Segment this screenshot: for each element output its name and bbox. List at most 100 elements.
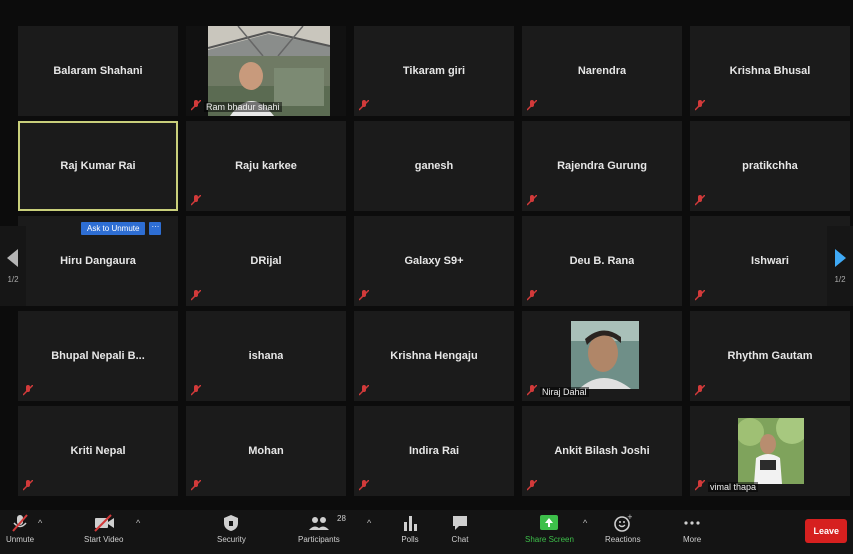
participants-options-caret[interactable]: ^	[367, 518, 371, 528]
chevron-right-icon	[835, 248, 846, 267]
more-label: More	[683, 535, 702, 544]
chevron-left-icon	[7, 248, 18, 267]
participant-name: DRijal	[250, 255, 282, 267]
muted-mic-icon	[695, 100, 705, 111]
participant-tile[interactable]: Rhythm Gautam	[690, 311, 850, 401]
page-indicator: 1/2	[7, 274, 19, 284]
next-page-button[interactable]: 1/2	[827, 226, 853, 306]
participant-name: Galaxy S9+	[404, 255, 464, 267]
participant-tile[interactable]: Balaram Shahani	[18, 26, 178, 116]
participants-button[interactable]: Participants	[298, 514, 340, 544]
participant-tile[interactable]: Bhupal Nepali B...	[18, 311, 178, 401]
participant-name: pratikchha	[742, 160, 798, 172]
participant-tile[interactable]: pratikchha	[690, 121, 850, 211]
chat-button[interactable]: Chat	[451, 514, 469, 544]
participant-tile[interactable]: Kriti Nepal	[18, 406, 178, 496]
ask-to-unmute-button[interactable]: Ask to Unmute	[81, 222, 146, 235]
muted-mic-icon	[359, 480, 369, 491]
muted-mic-icon	[527, 385, 537, 396]
participant-tile[interactable]: Deu B. Rana	[522, 216, 682, 306]
participant-tile[interactable]: Indira Rai	[354, 406, 514, 496]
participant-tile[interactable]: Raju karkee	[186, 121, 346, 211]
page-indicator: 1/2	[834, 274, 846, 284]
participant-tile[interactable]: ishana	[186, 311, 346, 401]
participant-name: Tikaram giri	[402, 65, 466, 77]
participants-label: Participants	[298, 535, 340, 544]
participant-tile[interactable]: Tikaram giri	[354, 26, 514, 116]
more-options-button[interactable]: ···	[149, 222, 162, 235]
participant-tile[interactable]: ganesh	[354, 121, 514, 211]
muted-mic-icon	[12, 514, 28, 532]
participant-name: Raj Kumar Rai	[60, 160, 136, 172]
participant-tile[interactable]: Krishna Hengaju	[354, 311, 514, 401]
participant-tile[interactable]: DRijal	[186, 216, 346, 306]
participant-tile-video[interactable]: Ram bhadur shahi	[186, 26, 346, 116]
reactions-button[interactable]: + Reactions	[605, 514, 641, 544]
share-screen-icon	[540, 515, 559, 530]
participant-name: Balaram Shahani	[53, 65, 143, 77]
share-options-caret[interactable]: ^	[583, 518, 587, 528]
participant-video	[571, 321, 639, 389]
more-dots-icon	[684, 521, 700, 525]
polls-icon	[404, 516, 417, 531]
muted-mic-icon	[191, 195, 201, 206]
audio-options-caret[interactable]: ^	[38, 518, 42, 528]
participant-name: Rajendra Gurung	[557, 160, 647, 172]
share-screen-button[interactable]: Share Screen	[525, 514, 574, 544]
security-button[interactable]: Security	[217, 514, 246, 544]
participant-tile[interactable]: Mohan	[186, 406, 346, 496]
unmute-label: Unmute	[6, 535, 35, 544]
participant-tile[interactable]: Rajendra Gurung	[522, 121, 682, 211]
muted-mic-icon	[695, 385, 705, 396]
participant-tile-active[interactable]: Raj Kumar Rai	[18, 121, 178, 211]
participant-tile[interactable]: Krishna Bhusal	[690, 26, 850, 116]
participant-name: Mohan	[248, 445, 284, 457]
muted-mic-icon	[23, 480, 33, 491]
muted-mic-icon	[191, 100, 201, 111]
participant-name: Raju karkee	[235, 160, 297, 172]
muted-mic-icon	[191, 480, 201, 491]
unmute-button[interactable]: Unmute	[6, 514, 34, 544]
muted-mic-icon	[359, 100, 369, 111]
participant-video	[738, 418, 804, 484]
muted-mic-icon	[695, 480, 705, 491]
ask-to-unmute-popup: Ask to Unmute ···	[81, 222, 162, 235]
muted-mic-icon	[695, 290, 705, 301]
video-name-label: vimal thapa	[708, 482, 759, 492]
muted-mic-icon	[191, 290, 201, 301]
prev-page-button[interactable]: 1/2	[0, 226, 26, 306]
participant-name: Kriti Nepal	[70, 445, 126, 457]
participant-name: Ishwari	[751, 255, 789, 267]
video-name-label: Niraj Dahal	[540, 387, 589, 397]
participant-tile-video[interactable]: Niraj Dahal	[522, 311, 682, 401]
participant-name: Rhythm Gautam	[727, 350, 813, 362]
muted-mic-icon	[527, 480, 537, 491]
participant-grid: Balaram Shahani Ram bhadur shahi Tikaram…	[18, 26, 850, 496]
video-name-label: Ram bhadur shahi	[204, 102, 282, 112]
start-video-label: Start Video	[84, 535, 124, 544]
participant-name: Krishna Bhusal	[729, 65, 811, 77]
polls-label: Polls	[401, 535, 419, 544]
polls-button[interactable]: Polls	[401, 514, 419, 544]
start-video-button[interactable]: Start Video	[84, 514, 123, 544]
muted-mic-icon	[191, 385, 201, 396]
participant-name: Narendra	[577, 65, 627, 77]
more-button[interactable]: More	[683, 514, 701, 544]
meeting-toolbar: Unmute ^ Start Video ^ Security Particip…	[0, 510, 853, 554]
muted-mic-icon	[23, 385, 33, 396]
leave-button[interactable]: Leave	[805, 519, 847, 543]
participant-name: Deu B. Rana	[569, 255, 635, 267]
participant-name: ganesh	[414, 160, 454, 172]
participant-tile[interactable]: Galaxy S9+	[354, 216, 514, 306]
participant-name: Indira Rai	[408, 445, 460, 457]
participant-tile[interactable]: Ishwari	[690, 216, 850, 306]
participant-tile[interactable]: Narendra	[522, 26, 682, 116]
participant-tile-video[interactable]: vimal thapa	[690, 406, 850, 496]
participant-name: Hiru Dangaura	[60, 255, 136, 267]
participant-tile[interactable]: Ankit Bilash Joshi	[522, 406, 682, 496]
security-label: Security	[217, 535, 246, 544]
reactions-icon: +	[613, 514, 632, 532]
muted-mic-icon	[527, 195, 537, 206]
video-options-caret[interactable]: ^	[136, 518, 140, 528]
share-screen-label: Share Screen	[525, 535, 574, 544]
